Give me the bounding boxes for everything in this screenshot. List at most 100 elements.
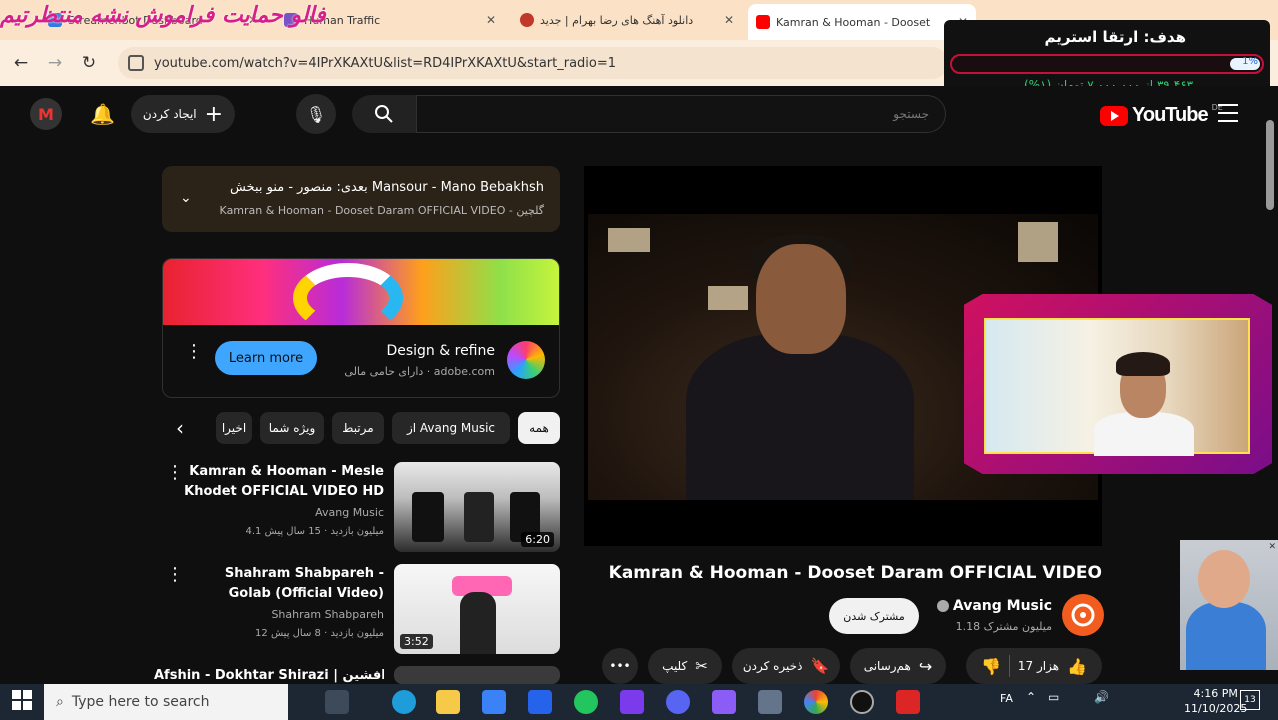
adobe-logo-icon [507, 341, 545, 379]
chip-all[interactable]: همه [518, 412, 560, 444]
like-icon[interactable]: 👍 [1067, 657, 1087, 676]
related-thumbnail-1[interactable]: 6:20 [394, 462, 560, 552]
page-scrollbar[interactable] [1266, 120, 1274, 210]
bell-icon[interactable]: 🔔 [90, 102, 115, 126]
related-meta-2: 12 میلیون بازدید · 8 سال پیش [255, 628, 384, 639]
forward-arrow-icon[interactable]: → [38, 46, 72, 80]
tray-chevron-icon[interactable]: ⌃ [1026, 690, 1036, 704]
more-horizontal-icon: ••• [609, 659, 631, 673]
youtube-favicon-icon [756, 15, 770, 29]
related-thumbnail-3[interactable] [394, 666, 560, 684]
hamburger-menu-icon[interactable] [1218, 104, 1238, 122]
mail-icon[interactable] [528, 690, 552, 714]
related-title-1[interactable]: Kamran & Hooman - Mesle Khodet OFFICIAL … [184, 462, 384, 502]
related-title-2[interactable]: Shahram Shabpareh - Golab (Official Vide… [184, 564, 384, 604]
clip-button[interactable]: کلیپ ✂ [648, 648, 722, 684]
more-options-icon[interactable]: ⋮ [166, 566, 184, 584]
task-view-icon[interactable] [325, 690, 349, 714]
store-icon[interactable] [482, 690, 506, 714]
file-explorer-icon[interactable] [436, 690, 460, 714]
taskbar-search-box[interactable]: ⌕ Type here to search [44, 684, 288, 720]
site-favicon-icon [520, 13, 534, 27]
background-light [1018, 222, 1058, 262]
related-channel-1[interactable]: Avang Music [315, 506, 384, 519]
background-light [608, 228, 650, 252]
app-icon[interactable] [758, 690, 782, 714]
youtube-logo[interactable]: YouTube DE [1100, 103, 1223, 127]
chip-for-you[interactable]: ویژه شما [260, 412, 324, 444]
ad-banner-image[interactable] [163, 259, 559, 333]
voice-search-button[interactable]: 🎙 [296, 94, 336, 134]
system-clock[interactable]: 4:16 PM 11/10/2025 [1184, 686, 1247, 716]
streamerbot-icon[interactable] [712, 690, 736, 714]
psiphon-icon[interactable] [896, 690, 920, 714]
bookmark-icon: 🔖 [810, 657, 830, 675]
close-icon[interactable]: ✕ [1268, 542, 1276, 552]
scissors-icon: ✂ [695, 657, 708, 675]
video-duration: 6:20 [521, 532, 554, 547]
related-channel-2[interactable]: Shahram Shabpareh [271, 608, 384, 621]
related-title-3[interactable]: Afshin - Dokhtar Shirazi | افشین [154, 666, 384, 684]
screen: ⌄ Streamer.bot Dashboard ✕ Human Traffic… [0, 0, 1278, 720]
save-button[interactable]: ذخیره کردن 🔖 [732, 648, 840, 684]
channel-name[interactable]: Avang Music [936, 598, 1052, 614]
video-title: Kamran & Hooman - Dooset Daram OFFICIAL … [608, 563, 1102, 583]
performer-face [756, 244, 846, 354]
avang-logo-icon [1071, 603, 1095, 627]
subscribe-button[interactable]: مشترک شدن [829, 598, 919, 634]
chevron-down-icon[interactable]: ⌄ [180, 190, 192, 206]
goal-percent: 1% [1242, 56, 1258, 67]
ad-graphic [293, 263, 403, 333]
related-thumbnail-2[interactable]: 3:52 [394, 564, 560, 654]
avatar[interactable]: M [30, 98, 62, 130]
chrome-icon[interactable] [804, 690, 828, 714]
search-button[interactable] [352, 95, 416, 133]
search-input[interactable]: جستجو [416, 95, 946, 133]
ad-title: Design & refine [386, 343, 495, 359]
chip-recent[interactable]: اخیرا [216, 412, 252, 444]
close-icon[interactable]: ✕ [724, 13, 734, 27]
chip-from-channel[interactable]: از Avang Music [392, 412, 510, 444]
edge-icon[interactable] [392, 690, 416, 714]
mix-next-title: بعدی: منصور - منو ببخش Mansour - Mano Be… [229, 180, 544, 195]
r-app-icon[interactable] [620, 690, 644, 714]
more-options-icon[interactable]: ⋮ [166, 464, 184, 482]
webcam-feed [984, 318, 1250, 456]
chevron-left-icon[interactable]: ‹ [176, 416, 184, 440]
mix-playlist-panel[interactable]: بعدی: منصور - منو ببخش Mansour - Mano Be… [162, 166, 560, 232]
discord-icon[interactable] [666, 690, 690, 714]
tab-youtube-active[interactable]: Kamran & Hooman - Dooset ✕ [748, 4, 976, 40]
share-button[interactable]: هم‌رسانی ↪ [850, 648, 946, 684]
like-dislike-group: 👎 17 هزار 👍 [966, 648, 1102, 684]
performer-figure [686, 334, 914, 500]
notification-icon[interactable]: 13 [1240, 690, 1260, 710]
dislike-icon[interactable]: 👎 [981, 657, 1001, 676]
subscriber-count: 1.18 میلیون مشترک [955, 620, 1052, 633]
learn-more-button[interactable]: Learn more [215, 341, 317, 375]
windows-start-icon[interactable] [12, 690, 32, 710]
sponsored-ad-card[interactable]: Design & refine دارای حامی مالی · adobe.… [162, 258, 560, 398]
network-icon[interactable]: ▭ [1048, 690, 1059, 704]
promo-face [1198, 550, 1250, 608]
streamer-hair [1116, 352, 1170, 376]
create-button[interactable]: ایجاد کردن + [131, 95, 235, 133]
reload-icon[interactable]: ↻ [72, 46, 106, 80]
like-count[interactable]: 17 هزار [1018, 659, 1059, 673]
thumbnail-figure [460, 592, 496, 654]
site-info-icon[interactable] [128, 55, 144, 71]
chip-related[interactable]: مرتبط [332, 412, 384, 444]
promo-figure [1186, 602, 1266, 670]
channel-avatar[interactable] [1062, 594, 1104, 636]
mix-subtitle: Kamran & Hooman - Dooset Daram OFFICIAL … [219, 204, 544, 217]
url-field[interactable]: youtube.com/watch?v=4IPrXKAXtU&list=RD4I… [118, 47, 948, 79]
volume-icon[interactable]: 🔊 [1094, 690, 1109, 704]
more-actions-button[interactable]: ••• [602, 648, 638, 684]
tab-music-download[interactable]: دانلود آهنگ های رضا بهرام | جدید ✕ [512, 6, 742, 34]
language-indicator[interactable]: FA [1000, 692, 1013, 705]
related-meta-1: 4.1 میلیون بازدید · 15 سال پیش [245, 526, 384, 537]
obs-icon[interactable] [850, 690, 874, 714]
youtube-play-icon [1100, 105, 1128, 126]
more-options-icon[interactable]: ⋮ [185, 343, 203, 361]
xbox-icon[interactable] [574, 690, 598, 714]
back-arrow-icon[interactable]: ← [4, 46, 38, 80]
